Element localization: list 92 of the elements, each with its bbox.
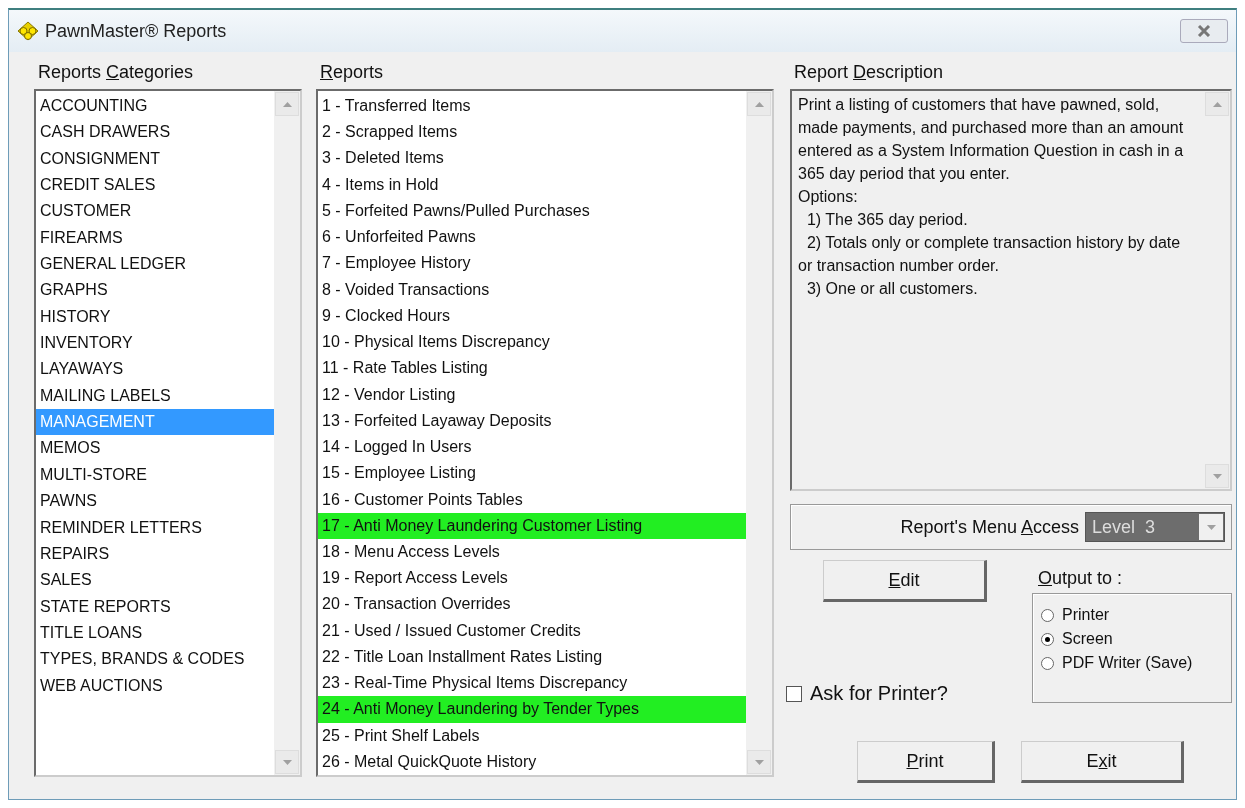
category-item[interactable]: REPAIRS xyxy=(36,540,274,568)
report-item[interactable]: 18 - Menu Access Levels xyxy=(318,539,746,566)
window-title: PawnMaster® Reports xyxy=(45,20,227,42)
ask-for-printer-label: Ask for Printer? xyxy=(810,682,948,705)
category-item[interactable]: MEMOS xyxy=(36,435,274,462)
category-item[interactable]: GENERAL LEDGER xyxy=(36,251,274,278)
report-item[interactable]: 10 - Physical Items Discrepancy xyxy=(318,329,746,356)
category-item[interactable]: ACCOUNTING xyxy=(36,93,274,120)
report-item[interactable]: 4 - Items in Hold xyxy=(318,171,746,198)
category-item[interactable]: SALES xyxy=(36,567,274,594)
scroll-down-button[interactable] xyxy=(1205,464,1229,488)
up-arrow-icon xyxy=(1212,101,1222,107)
output-option[interactable]: PDF Writer (Save) xyxy=(1041,654,1223,672)
description-label: Report Description xyxy=(794,62,945,83)
report-item[interactable]: 6 - Unforfeited Pawns xyxy=(318,224,746,251)
scrollbar[interactable] xyxy=(746,91,772,775)
scroll-down-button[interactable] xyxy=(747,750,771,774)
category-item[interactable]: INVENTORY xyxy=(36,330,274,357)
output-option-label: PDF Writer (Save) xyxy=(1062,654,1193,672)
report-item[interactable]: 17 - Anti Money Laundering Customer Listing xyxy=(318,512,746,539)
category-item[interactable]: REMINDER LETTERS xyxy=(36,514,274,541)
reports-label: Reports xyxy=(320,62,385,83)
output-option-label: Screen xyxy=(1062,630,1113,648)
category-item[interactable]: WEB AUCTIONS xyxy=(36,672,274,699)
category-item[interactable]: MAILING LABELS xyxy=(36,382,274,410)
description-text: Print a listing of customers that have pawned, sold, made payments, and purchased more than an amount entered as a System Information Question in cash in a 365 day period that you enter. Options: 1) The 365 day period. 2) Totals only or complete transaction history by date or transaction number order. 3) One or all customers. xyxy=(797,95,1185,299)
scrollbar[interactable] xyxy=(1204,91,1230,489)
report-item[interactable]: 5 - Forfeited Pawns/Pulled Purchases xyxy=(318,197,746,225)
report-item[interactable]: 2 - Scrapped Items xyxy=(318,119,746,146)
report-item[interactable]: 19 - Report Access Levels xyxy=(318,565,746,592)
report-item[interactable]: 7 - Employee History xyxy=(318,250,746,277)
radio-button[interactable] xyxy=(1041,632,1054,646)
down-arrow-icon xyxy=(1212,473,1222,479)
report-item[interactable]: 12 - Vendor Listing xyxy=(318,381,746,408)
output-option[interactable]: Printer xyxy=(1041,606,1223,624)
radio-button[interactable] xyxy=(1041,608,1054,622)
exit-button[interactable]: Exit xyxy=(1021,741,1184,783)
down-arrow-icon xyxy=(754,759,764,765)
up-arrow-icon xyxy=(754,101,764,107)
categories-label: Reports Categories xyxy=(38,62,195,83)
report-item[interactable]: 9 - Clocked Hours xyxy=(318,302,746,330)
print-button[interactable]: Print xyxy=(857,741,995,783)
report-item[interactable]: 20 - Transaction Overrides xyxy=(318,591,746,618)
output-option-label: Printer xyxy=(1062,606,1110,624)
down-arrow-icon xyxy=(282,759,292,765)
radio-button[interactable] xyxy=(1041,656,1054,670)
report-item[interactable]: 22 - Title Loan Installment Rates Listing xyxy=(318,643,746,671)
edit-button[interactable]: Edit xyxy=(823,560,987,602)
ask-for-printer-checkbox[interactable]: Ask for Printer? xyxy=(786,682,1030,705)
category-item[interactable]: CREDIT SALES xyxy=(36,172,274,199)
report-item[interactable]: 24 - Anti Money Laundering by Tender Types xyxy=(318,696,746,723)
menu-access-label: Report's Menu Access xyxy=(900,516,1079,538)
dropdown-arrow-icon xyxy=(1206,524,1216,530)
scroll-up-button[interactable] xyxy=(275,92,299,116)
close-button[interactable] xyxy=(1180,19,1228,43)
output-option[interactable]: Screen xyxy=(1041,630,1223,648)
scrollbar[interactable] xyxy=(274,91,300,775)
category-item[interactable]: CONSIGNMENT xyxy=(36,145,274,173)
report-item[interactable]: 14 - Logged In Users xyxy=(318,434,746,461)
scroll-up-button[interactable] xyxy=(1205,92,1229,116)
report-item[interactable]: 8 - Voided Transactions xyxy=(318,276,746,303)
report-item[interactable]: 11 - Rate Tables Listing xyxy=(318,355,746,382)
scroll-up-button[interactable] xyxy=(747,92,771,116)
scroll-down-button[interactable] xyxy=(275,750,299,774)
report-item[interactable]: 15 - Employee Listing xyxy=(318,460,746,487)
category-item[interactable]: LAYAWAYS xyxy=(36,356,274,383)
category-item[interactable]: TYPES, BRANDS & CODES xyxy=(36,646,274,673)
category-item[interactable]: TITLE LOANS xyxy=(36,619,274,647)
report-item[interactable]: 1 - Transferred Items xyxy=(318,93,746,120)
report-item[interactable]: 23 - Real-Time Physical Items Discrepancy xyxy=(318,670,746,697)
up-arrow-icon xyxy=(282,101,292,107)
checkbox[interactable] xyxy=(786,685,802,702)
category-item[interactable]: FIREARMS xyxy=(36,224,274,252)
category-item[interactable]: GRAPHS xyxy=(36,277,274,304)
categories-list[interactable] xyxy=(34,89,302,777)
report-item[interactable]: 21 - Used / Issued Customer Credits xyxy=(318,617,746,644)
close-icon xyxy=(1197,25,1211,37)
category-item[interactable]: CUSTOMER xyxy=(36,198,274,225)
report-item[interactable]: 3 - Deleted Items xyxy=(318,145,746,172)
category-item[interactable]: MULTI-STORE xyxy=(36,461,274,489)
report-item[interactable]: 26 - Metal QuickQuote History xyxy=(318,748,746,775)
reports-list[interactable] xyxy=(316,89,774,777)
category-item[interactable]: PAWNS xyxy=(36,488,274,515)
category-item[interactable]: STATE REPORTS xyxy=(36,593,274,620)
report-item[interactable]: 16 - Customer Points Tables xyxy=(318,486,746,513)
category-item[interactable]: CASH DRAWERS xyxy=(36,119,274,146)
pawn-balls-icon xyxy=(17,21,39,41)
output-label: Output to : xyxy=(1038,568,1124,589)
report-item[interactable]: 13 - Forfeited Layaway Deposits xyxy=(318,407,746,435)
level-dropdown[interactable]: Level 3 xyxy=(1085,512,1225,542)
report-item[interactable]: 25 - Print Shelf Labels xyxy=(318,722,746,749)
category-item[interactable]: HISTORY xyxy=(36,303,274,331)
